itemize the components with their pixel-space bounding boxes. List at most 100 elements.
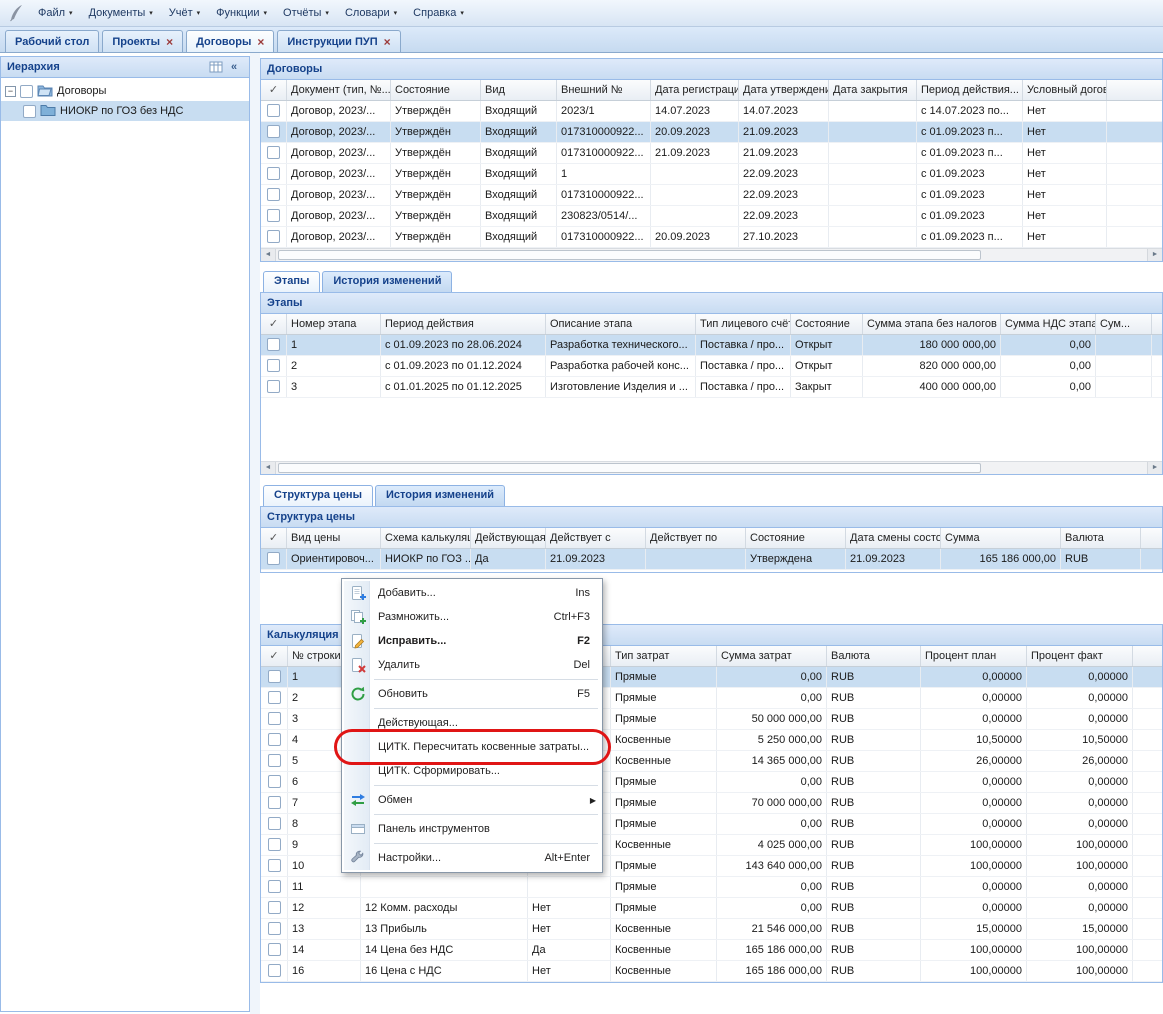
row-checkbox[interactable] [268,922,281,935]
tab-stages-history[interactable]: История изменений [322,271,452,292]
column-header[interactable]: Состояние [391,80,481,100]
tab-price-structure[interactable]: Структура цены [263,485,373,506]
column-header[interactable]: Номер этапа [287,314,381,334]
close-icon[interactable]: × [384,36,391,48]
row-checkbox[interactable] [267,230,280,243]
tab-price-history[interactable]: История изменений [375,485,505,506]
column-header[interactable]: Действующая [471,528,546,548]
scroll-right-icon[interactable]: ► [1147,249,1162,261]
scroll-left-icon[interactable]: ◄ [261,462,276,474]
row-checkbox[interactable] [268,754,281,767]
table-row[interactable]: Договор, 2023/...УтверждёнВходящий122.09… [261,164,1162,185]
tree-node-contracts[interactable]: − Договоры [1,81,249,101]
row-checkbox[interactable] [268,670,281,683]
collapse-panel-icon[interactable]: « [225,59,243,75]
row-checkbox[interactable] [267,380,280,393]
row-checkbox[interactable] [268,964,281,977]
select-all-column-header[interactable]: ✓ [261,80,287,100]
scroll-left-icon[interactable]: ◄ [261,249,276,261]
horizontal-scrollbar[interactable]: ◄ ► [261,248,1162,261]
column-header[interactable]: Процент факт [1027,646,1133,666]
tab-projects[interactable]: Проекты× [102,30,183,52]
tree-node-niokr[interactable]: НИОКР по ГОЗ без НДС [1,101,249,121]
menu-dictionaries[interactable]: Словари▾ [338,4,404,22]
column-header[interactable]: Сумма НДС этапа [1001,314,1096,334]
context-menu-item[interactable]: ЦИТК. Сформировать... [344,759,600,783]
row-checkbox[interactable] [268,880,281,893]
menu-reports[interactable]: Отчёты▾ [276,4,336,22]
table-row[interactable]: 3с 01.01.2025 по 01.12.2025Изготовление … [261,377,1162,398]
column-header[interactable]: Документ (тип, №... [287,80,391,100]
context-menu-item[interactable]: ОбновитьF5 [344,682,600,706]
column-header[interactable]: Тип лицевого счёт [696,314,791,334]
column-header[interactable]: Тип затрат [611,646,717,666]
column-header[interactable]: Действует по [646,528,746,548]
scrollbar-thumb[interactable] [278,250,981,260]
tab-contracts[interactable]: Договоры× [186,30,274,52]
row-checkbox[interactable] [268,691,281,704]
context-menu-item[interactable]: Добавить...Ins [344,581,600,605]
scrollbar-thumb[interactable] [278,463,981,473]
scrollbar-track[interactable] [983,249,1147,261]
column-header[interactable]: Схема калькуляци [381,528,471,548]
row-checkbox[interactable] [267,125,280,138]
column-header[interactable]: Валюта [827,646,921,666]
column-header[interactable]: Условный догов... [1023,80,1107,100]
table-row[interactable]: 1616 Цена с НДСНетКосвенные165 186 000,0… [261,961,1162,982]
row-checkbox[interactable] [268,712,281,725]
table-row[interactable]: Договор, 2023/...УтверждёнВходящий017310… [261,185,1162,206]
table-row[interactable]: Договор, 2023/...УтверждёнВходящий2023/1… [261,101,1162,122]
row-checkbox[interactable] [268,838,281,851]
table-row[interactable]: 11Прямые0,00RUB0,000000,00000 [261,877,1162,898]
column-header[interactable]: Дата смены состо [846,528,941,548]
menu-documents[interactable]: Документы▾ [82,4,160,22]
row-checkbox[interactable] [268,733,281,746]
row-checkbox[interactable] [268,859,281,872]
column-header[interactable]: Сум... [1096,314,1152,334]
menu-help[interactable]: Справка▾ [406,4,471,22]
column-header[interactable]: Внешний № [557,80,651,100]
menu-accounting[interactable]: Учёт▾ [162,4,207,22]
context-menu-item[interactable]: ЦИТК. Пересчитать косвенные затраты... [344,735,600,759]
grid-view-icon[interactable] [207,59,225,75]
tab-pup-instructions[interactable]: Инструкции ПУП× [277,30,400,52]
column-header[interactable]: Состояние [791,314,863,334]
column-header[interactable]: Состояние [746,528,846,548]
column-header[interactable]: Дата регистрации [651,80,739,100]
context-menu-item[interactable]: Исправить...F2 [344,629,600,653]
table-row[interactable]: Договор, 2023/...УтверждёнВходящий017310… [261,227,1162,248]
select-all-column-header[interactable]: ✓ [261,646,288,666]
column-header[interactable]: Процент план [921,646,1027,666]
column-header[interactable]: Сумма [941,528,1061,548]
row-checkbox[interactable] [268,817,281,830]
tree-checkbox[interactable] [23,105,36,118]
scroll-right-icon[interactable]: ► [1147,462,1162,474]
context-menu-item[interactable]: УдалитьDel [344,653,600,677]
menu-file[interactable]: Файл▾ [31,4,80,22]
column-header[interactable]: Вид цены [287,528,381,548]
context-menu-item[interactable]: Размножить...Ctrl+F3 [344,605,600,629]
select-all-column-header[interactable]: ✓ [261,528,287,548]
row-checkbox[interactable] [268,943,281,956]
table-row[interactable]: 1212 Комм. расходыНетПрямые0,00RUB0,0000… [261,898,1162,919]
table-row[interactable]: Ориентировоч...НИОКР по ГОЗ ...Да21.09.2… [261,549,1162,570]
horizontal-scrollbar[interactable]: ◄ ► [261,461,1162,474]
column-header[interactable]: Сумма затрат [717,646,827,666]
panel-splitter[interactable] [250,53,260,1014]
scrollbar-track[interactable] [983,462,1147,474]
context-menu-item[interactable]: Панель инструментов [344,817,600,841]
context-menu-item[interactable]: Действующая... [344,711,600,735]
table-row[interactable]: 1313 ПрибыльНетКосвенные21 546 000,00RUB… [261,919,1162,940]
table-row[interactable]: 1с 01.09.2023 по 28.06.2024Разработка те… [261,335,1162,356]
tree-expander-icon[interactable]: − [5,86,16,97]
column-header[interactable]: Период действия [381,314,546,334]
column-header[interactable]: Вид [481,80,557,100]
row-checkbox[interactable] [267,188,280,201]
table-row[interactable]: 1414 Цена без НДСДаКосвенные165 186 000,… [261,940,1162,961]
close-icon[interactable]: × [166,36,173,48]
tab-desktop[interactable]: Рабочий стол [5,30,99,52]
menu-functions[interactable]: Функции▾ [209,4,274,22]
context-menu-item[interactable]: Настройки...Alt+Enter [344,846,600,870]
column-header[interactable]: Валюта [1061,528,1141,548]
table-row[interactable]: 2с 01.09.2023 по 01.12.2024Разработка ра… [261,356,1162,377]
